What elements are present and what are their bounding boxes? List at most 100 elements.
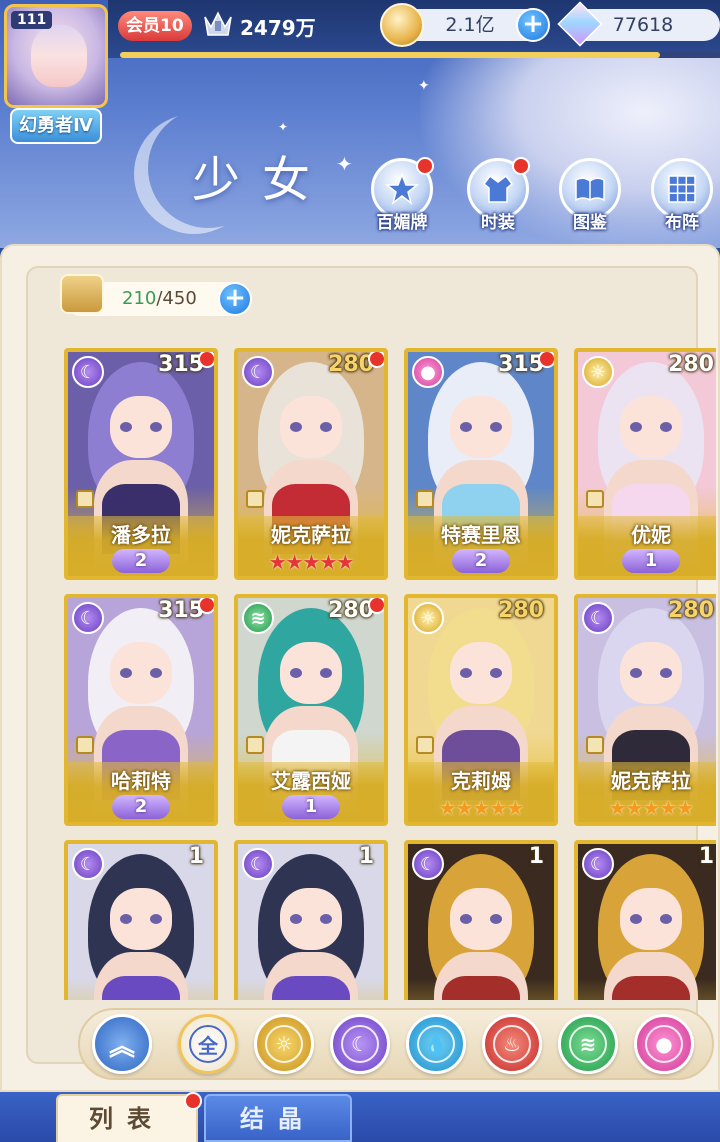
pink-orb-element-icon: ● — [412, 356, 444, 388]
character-eyes — [630, 422, 672, 432]
character-outfit — [272, 976, 350, 1000]
character-card[interactable]: ☼ 280 克莉姆 ★★★★★ — [404, 594, 558, 826]
gem-value: 77618 — [612, 14, 674, 36]
girls-panel: 210/450 + ☾ 315 潘多拉 2 ☾ 280 妮克萨拉 ★★★★★ ● 315 特赛里… — [0, 244, 720, 1092]
filter-water-button[interactable]: 💧 — [406, 1014, 466, 1074]
lock-icon — [586, 490, 604, 508]
character-card[interactable]: ☾ 1 — [64, 840, 218, 1000]
card-power: 1 — [188, 844, 204, 869]
character-eyes — [630, 668, 672, 678]
card-power: 280 — [498, 598, 544, 623]
character-card[interactable]: ● 315 特赛里恩 2 — [404, 348, 558, 580]
collapse-arrow-icon: ︽ — [108, 1031, 135, 1062]
character-eyes — [120, 914, 162, 924]
filter-pink-button[interactable]: ● — [634, 1014, 694, 1074]
notification-dot — [368, 352, 384, 368]
moon-element-icon: ☾ — [72, 356, 104, 388]
card-name: 艾露西娅 — [271, 769, 351, 793]
character-eyes — [290, 914, 332, 924]
wind-element-icon: ≋ — [242, 602, 274, 634]
moon-element-icon: ☾ — [242, 848, 274, 880]
lock-icon — [246, 490, 264, 508]
sparkle-icon: ✦ — [278, 120, 289, 134]
sparkle-icon: ✦ — [336, 152, 353, 176]
fire-element-icon: ♨ — [493, 1025, 531, 1063]
moon-element-icon: ☾ — [582, 602, 614, 634]
tab-list[interactable]: 列表 — [56, 1092, 202, 1142]
moon-element-icon: ☾ — [582, 848, 614, 880]
card-rank-badge: 2 — [112, 549, 170, 573]
card-grid[interactable]: ☾ 315 潘多拉 2 ☾ 280 妮克萨拉 ★★★★★ ● 315 特赛里恩 2 ☼ 280 优妮 1… — [64, 348, 716, 1000]
lock-icon — [246, 736, 264, 754]
card-rank-badge: 1 — [282, 795, 340, 819]
lock-icon — [416, 736, 434, 754]
menu-button-gallery[interactable]: 图鉴 — [554, 158, 626, 245]
character-card[interactable]: ☾ 1 — [404, 840, 558, 1000]
menu-button-formation[interactable]: 布阵 — [646, 158, 718, 245]
sun-element-icon: ☼ — [412, 602, 444, 634]
player-level: 111 — [11, 11, 53, 29]
all-icon: 全 — [189, 1025, 227, 1063]
menu-button-baimeipai[interactable]: 百媚牌 — [366, 157, 438, 245]
character-outfit — [612, 976, 690, 1000]
moon-element-icon: ☾ — [341, 1025, 379, 1063]
character-card[interactable]: ☼ 280 优妮 1 — [574, 348, 716, 580]
card-power: 315 — [498, 352, 544, 377]
filter-collapse-button[interactable]: ︽ — [92, 1014, 152, 1074]
character-card[interactable]: ☾ 280 妮克萨拉 ★★★★★ — [234, 348, 388, 580]
tab-list-label: 列表 — [89, 1105, 165, 1133]
filter-wind-button[interactable]: ≋ — [558, 1014, 618, 1074]
character-eyes — [120, 668, 162, 678]
player-title-badge[interactable]: 幻勇者Ⅳ — [10, 108, 102, 144]
menu-label: 时装 — [481, 213, 515, 233]
menu-button-fashion[interactable]: 时装 — [462, 157, 534, 245]
character-eyes — [460, 668, 502, 678]
notification-dot — [198, 352, 214, 368]
character-card[interactable]: ≋ 280 艾露西娅 1 — [234, 594, 388, 826]
xp-progress-fill — [120, 52, 660, 58]
character-eyes — [290, 668, 332, 678]
notification-dot — [416, 157, 434, 175]
filter-light-button[interactable]: ☼ — [254, 1014, 314, 1074]
character-outfit — [102, 976, 180, 1000]
card-name: 哈莉特 — [111, 769, 171, 793]
moon-element-icon: ☾ — [72, 602, 104, 634]
character-eyes — [120, 422, 162, 432]
character-card[interactable]: ☾ 1 — [574, 840, 716, 1000]
card-rank-badge: 2 — [452, 549, 510, 573]
card-name: 潘多拉 — [111, 523, 171, 547]
tab-crystal[interactable]: 结晶 — [204, 1094, 352, 1142]
character-card[interactable]: ☾ 315 哈莉特 2 — [64, 594, 218, 826]
card-list-container: 210/450 + ☾ 315 潘多拉 2 ☾ 280 妮克萨拉 ★★★★★ ● 315 特赛里… — [26, 266, 716, 1080]
card-power: 315 — [158, 352, 204, 377]
character-card[interactable]: ☾ 280 妮克萨拉 ★★★★★ — [574, 594, 716, 826]
wind-element-icon: ≋ — [569, 1025, 607, 1063]
notification-dot — [184, 1092, 202, 1110]
player-avatar[interactable]: 111 — [4, 4, 108, 108]
card-rank-badge: 1 — [622, 549, 680, 573]
character-card[interactable]: ☾ 315 潘多拉 2 — [64, 348, 218, 580]
card-power: 280 — [668, 598, 714, 623]
menu-label: 百媚牌 — [376, 213, 428, 233]
sun-element-icon: ☼ — [582, 356, 614, 388]
bottom-tab-bar: 列表 结晶 — [0, 1092, 720, 1142]
card-name: 妮克萨拉 — [611, 769, 691, 793]
filter-moon-button[interactable]: ☾ — [330, 1014, 390, 1074]
filter-fire-button[interactable]: ♨ — [482, 1014, 542, 1074]
character-eyes — [460, 914, 502, 924]
capacity-max: /450 — [156, 288, 197, 309]
vip-badge[interactable]: 会员10 — [118, 11, 192, 41]
add-coins-button[interactable]: + — [516, 8, 550, 42]
moon-element-icon: ☾ — [412, 848, 444, 880]
character-card[interactable]: ☾ 1 — [234, 840, 388, 1000]
filter-all-button[interactable]: 全 — [178, 1014, 238, 1074]
moon-element-icon: ☾ — [72, 848, 104, 880]
element-filter-bar: ︽ 全 ☼ ☾ 💧 ♨ ≋ ● — [78, 1008, 714, 1080]
expand-capacity-button[interactable]: + — [218, 282, 252, 316]
notification-dot — [198, 598, 214, 614]
xp-progress-bar — [120, 52, 720, 58]
moon-element-icon: ☾ — [242, 356, 274, 388]
notification-dot — [538, 352, 554, 368]
card-name: 特赛里恩 — [441, 523, 521, 547]
character-eyes — [460, 422, 502, 432]
